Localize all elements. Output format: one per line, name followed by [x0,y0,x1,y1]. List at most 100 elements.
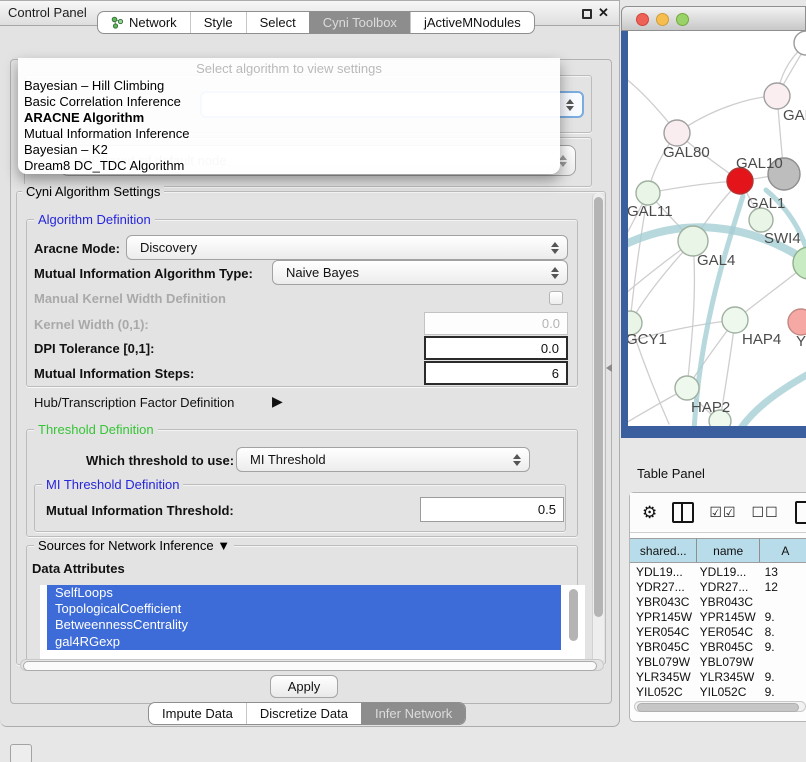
attribute-item[interactable]: TopologicalCoefficient [47,601,561,617]
tab-network[interactable]: Network [98,12,190,33]
mi-steps-label: Mutual Information Steps: [34,366,194,381]
hub-section-label[interactable]: Hub/Transcription Factor Definition [34,395,234,410]
algorithm-option[interactable]: Bayesian – Hill Climbing [18,78,560,94]
mi-threshold-title: MI Threshold Definition [42,477,183,492]
table-row[interactable]: YDR27...YDR27...12 [630,579,806,594]
expand-arrow-icon[interactable]: ▼ [217,538,230,553]
control-panel: Control Panel ✕ NetworkStyleSelectCyni T… [0,0,620,727]
tab-label: Network [129,15,177,30]
settings-hscrollbar[interactable] [20,659,604,671]
tab-select[interactable]: Select [246,12,309,33]
mi-steps-field[interactable]: 6 [424,361,568,385]
tab-style[interactable]: Style [190,12,246,33]
node-salmon[interactable] [788,309,806,335]
algorithm-option[interactable]: Bayesian – K2 [18,142,560,158]
apply-button[interactable]: Apply [270,675,338,698]
settings-scrollbar-thumb[interactable] [594,197,603,617]
node-gal80[interactable] [664,120,690,146]
tab-jactivemnodules[interactable]: jActiveMNodules [410,12,534,33]
table-row[interactable]: YDL19...YDL19...13 [630,564,806,579]
algorithm-option[interactable]: Dream8 DC_TDC Algorithm [18,158,560,174]
close-traffic-icon[interactable] [636,13,649,26]
collapsed-panel-icon[interactable] [10,744,32,762]
table-cell: 9. [757,640,806,654]
panel-divider-arrow-icon[interactable] [606,364,612,372]
table-hscrollbar[interactable] [634,701,806,712]
network-icon [111,16,124,29]
tab-label: Infer Network [375,706,452,721]
close-icon[interactable]: ✕ [598,5,609,21]
attribute-item[interactable]: BetweennessCentrality [47,617,561,633]
table-row[interactable]: YBR045CYBR045C9. [630,639,806,654]
node-label-gal80: GAL80 [663,144,710,161]
mi-threshold-field[interactable]: 0.5 [420,497,564,522]
which-threshold-combo[interactable]: MI Threshold [236,447,530,472]
table-cell: 13 [757,565,806,579]
table-row[interactable]: YBL079WYBL079W [630,654,806,669]
tab-impute-data[interactable]: Impute Data [149,703,246,724]
network-edge [733,372,806,426]
algorithm-option[interactable]: ARACNE Algorithm [18,110,560,126]
dpi-tolerance-field[interactable]: 0.0 [424,336,568,360]
table-cell: YLR345W [698,670,757,684]
table-panel: ⚙ ☑☑ ☐☐ shared...nameA YDL19...YDL19...1… [629,492,806,722]
tab-label: Cyni Toolbox [323,15,397,30]
algorithm-option[interactable]: Mutual Information Inference [18,126,560,142]
sources-title: Sources for Network Inference ▼ [34,538,234,553]
attribute-item[interactable]: SelfLoops [47,585,561,601]
network-view-frame: GALGAL80GAL10GAL1GAL11SWI4GAL4GCY1HAP4YH… [621,31,806,438]
table-hscrollbar-thumb[interactable] [637,703,799,712]
tab-cyni-toolbox[interactable]: Cyni Toolbox [309,12,410,33]
cyni-settings-title: Cyni Algorithm Settings [22,184,164,199]
mi-type-combo[interactable]: Naive Bayes [272,260,568,285]
node-gal11[interactable] [636,181,660,205]
settings-icon[interactable]: ⚙ [642,503,657,523]
manual-kernel-checkbox[interactable] [549,291,563,305]
node-hap2[interactable] [675,376,699,400]
tab-discretize-data[interactable]: Discretize Data [246,703,361,724]
table-cell: YBL079W [698,655,757,669]
table-cell: 9. [757,685,806,698]
network-edge [677,96,777,133]
node-label-y: Y [796,333,806,350]
table-cell: YPR145W [630,610,698,624]
column-header[interactable]: name [697,539,759,562]
zoom-traffic-icon[interactable] [676,13,689,26]
node-label-hap4: HAP4 [742,331,781,348]
network-canvas[interactable]: GALGAL80GAL10GAL1GAL11SWI4GAL4GCY1HAP4YH… [628,31,806,426]
settings-scrollbar[interactable] [592,193,604,663]
node-hap4[interactable] [722,307,748,333]
combo-arrows-icon [566,99,574,111]
table-cell: 9. [757,670,806,684]
unchecked-pair-icon[interactable]: ☐☐ [752,504,779,521]
table-row[interactable]: YIL052CYIL052C9. [630,684,806,697]
document-icon[interactable] [795,501,806,524]
table-row[interactable]: YPR145WYPR145W9. [630,609,806,624]
node-partial-top[interactable] [794,31,806,55]
tab-label: jActiveMNodules [424,15,521,30]
aracne-mode-combo[interactable]: Discovery [126,235,568,260]
column-header[interactable]: shared... [630,539,697,562]
settings-hscrollbar-thumb[interactable] [23,661,597,671]
manual-kernel-label: Manual Kernel Width Definition [34,291,226,306]
table-row[interactable]: YBR043CYBR043C [630,594,806,609]
minimize-traffic-icon[interactable] [656,13,669,26]
collapse-arrow-icon[interactable]: ▶ [272,393,283,410]
attribute-item[interactable]: gal4RGexp [47,634,561,650]
attributes-scrollbar-thumb[interactable] [569,589,578,641]
split-columns-icon[interactable] [672,502,694,523]
algorithm-option[interactable]: Basic Correlation Inference [18,94,560,110]
table-rows: YDL19...YDL19...13YDR27...YDR27...12YBR0… [630,564,806,697]
which-threshold-value: MI Threshold [250,452,326,467]
table-cell: 12 [757,580,806,594]
table-row[interactable]: YLR345WYLR345W9. [630,669,806,684]
network-window-titlebar [621,6,806,31]
tab-infer-network[interactable]: Infer Network [361,703,465,724]
checked-pair-icon[interactable]: ☑☑ [709,504,736,521]
node-gal7[interactable] [764,83,790,109]
table-row[interactable]: YER054CYER054C8. [630,624,806,639]
table-cell: YIL052C [698,685,757,698]
column-header[interactable]: A [760,539,806,562]
float-window-icon[interactable] [582,9,592,19]
kernel-width-field[interactable]: 0.0 [424,312,568,335]
